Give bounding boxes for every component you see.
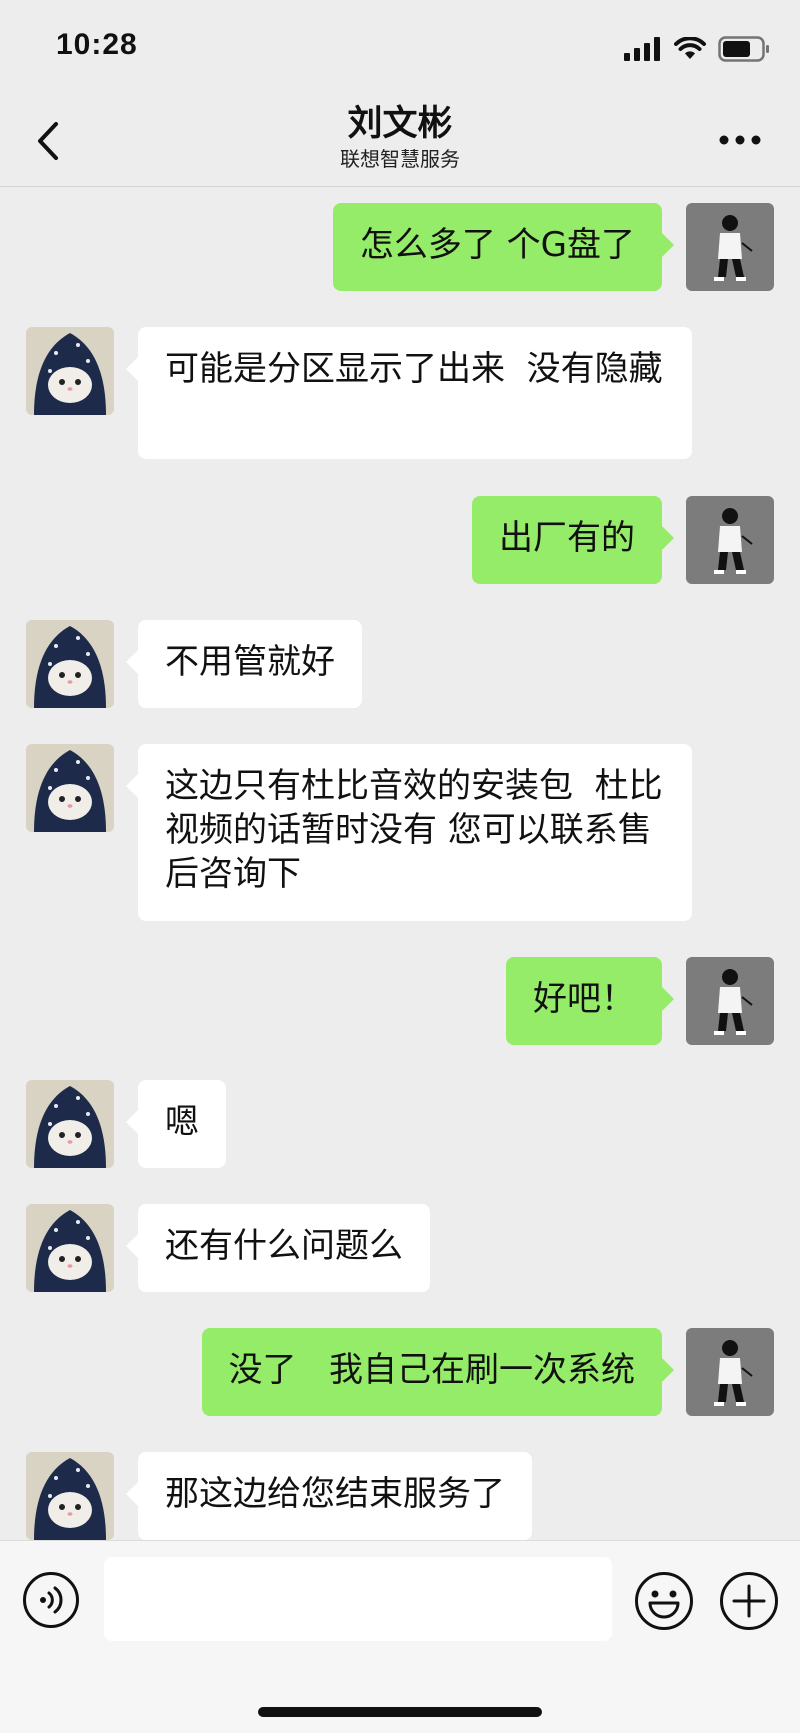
message-row: 好吧！ <box>0 957 800 1045</box>
message-bubble-incoming[interactable]: 可能是分区显示了出来 没有隐藏 <box>126 327 692 459</box>
home-indicator[interactable] <box>258 1707 542 1717</box>
agent-avatar[interactable] <box>26 1204 114 1292</box>
plus-icon[interactable] <box>719 1571 779 1631</box>
wifi-icon <box>674 37 706 59</box>
message-bubble-incoming[interactable]: 那这边给您结束服务了 <box>126 1452 532 1540</box>
message-bubble-outgoing[interactable]: 怎么多了 个G盘了 <box>332 203 675 291</box>
message-row: 怎么多了 个G盘了 <box>0 203 800 291</box>
message-row: 没了 我自己在刷一次系统 <box>0 1328 800 1416</box>
message-bubble-outgoing[interactable]: 出厂有的 <box>472 496 674 584</box>
message-row: 不用管就好 <box>0 620 800 708</box>
agent-avatar[interactable] <box>26 744 114 832</box>
message-bubble-incoming[interactable]: 这边只有杜比音效的安装包 杜比视频的话暂时没有 您可以联系售后咨询下 <box>126 744 692 921</box>
back-icon[interactable] <box>30 118 70 164</box>
status-icons <box>624 34 770 64</box>
more-icon[interactable] <box>716 126 764 154</box>
my-avatar[interactable] <box>686 1328 774 1416</box>
message-list[interactable]: 怎么多了 个G盘了 可能是分区显示了出来 没有隐藏 出厂有的 不用管就好 这边只… <box>0 187 800 1540</box>
emoji-icon[interactable] <box>634 1571 694 1631</box>
battery-icon <box>718 36 769 62</box>
message-row: 出厂有的 <box>0 496 800 584</box>
my-avatar[interactable] <box>686 957 774 1045</box>
message-bubble-incoming[interactable]: 不用管就好 <box>126 620 362 708</box>
chat-title-block: 刘文彬 联想智慧服务 <box>200 102 600 172</box>
chat-title: 刘文彬 <box>347 104 453 144</box>
message-row: 这边只有杜比音效的安装包 杜比视频的话暂时没有 您可以联系售后咨询下 <box>0 744 800 921</box>
message-bubble-outgoing[interactable]: 没了 我自己在刷一次系统 <box>201 1328 675 1416</box>
signal-icon <box>624 37 660 61</box>
message-row: 嗯 <box>0 1080 800 1168</box>
chat-subtitle: 联想智慧服务 <box>340 147 460 171</box>
chat-header: 刘文彬 联想智慧服务 <box>0 96 800 187</box>
input-bar <box>0 1540 800 1733</box>
agent-avatar[interactable] <box>26 327 114 415</box>
status-time: 10:28 <box>56 28 138 61</box>
message-bubble-incoming[interactable]: 还有什么问题么 <box>126 1204 430 1292</box>
agent-avatar[interactable] <box>26 1080 114 1168</box>
message-bubble-incoming[interactable]: 嗯 <box>126 1080 226 1168</box>
agent-avatar[interactable] <box>26 620 114 708</box>
my-avatar[interactable] <box>686 496 774 584</box>
voice-icon[interactable] <box>22 1571 80 1629</box>
message-input[interactable] <box>104 1557 612 1641</box>
message-bubble-outgoing[interactable]: 好吧！ <box>506 957 674 1045</box>
message-row: 还有什么问题么 <box>0 1204 800 1292</box>
status-bar: 10:28 <box>0 0 800 96</box>
my-avatar[interactable] <box>686 203 774 291</box>
message-row: 那这边给您结束服务了 <box>0 1452 800 1540</box>
message-row: 可能是分区显示了出来 没有隐藏 <box>0 327 800 459</box>
agent-avatar[interactable] <box>26 1452 114 1540</box>
